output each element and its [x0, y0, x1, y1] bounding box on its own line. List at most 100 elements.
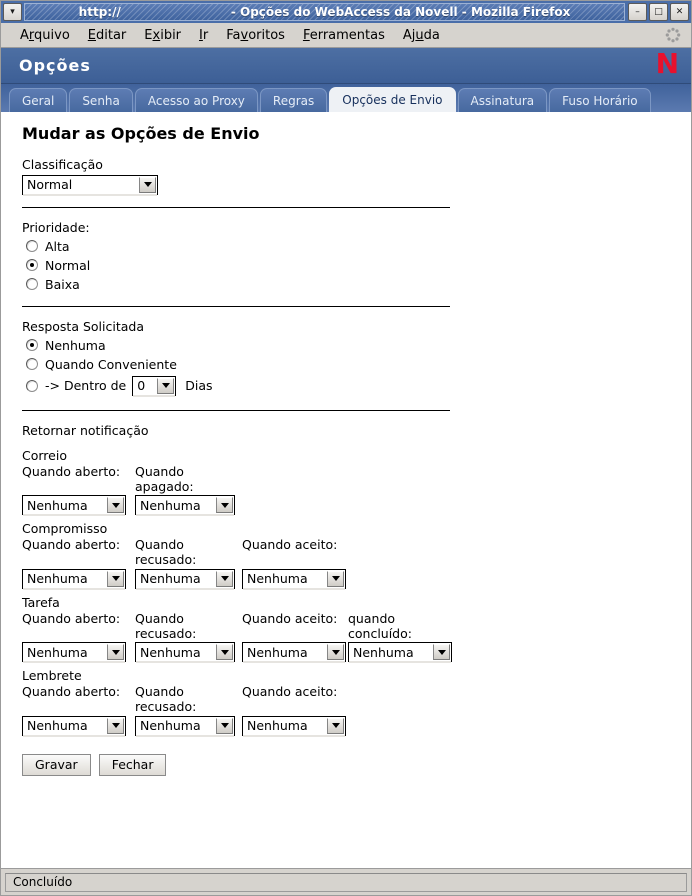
divider	[22, 409, 450, 411]
menu-item-ajuda[interactable]: Ajuda	[394, 26, 449, 45]
notify-select-compromisso-aberto[interactable]: Nenhuma	[22, 568, 126, 590]
column-header: Quando recusado:	[135, 684, 197, 714]
throbber-icon	[665, 27, 681, 43]
column-header: quando concluído:	[348, 610, 412, 641]
classification-value: Normal	[23, 175, 138, 194]
menu-item-ir[interactable]: Ir	[190, 26, 217, 45]
classification-select[interactable]: Normal	[22, 174, 158, 196]
notify-select-tarefa-recusado[interactable]: Nenhuma	[135, 642, 235, 663]
menu-item-exibir[interactable]: Exibir	[135, 26, 190, 45]
notification-block-correio: Correio Quando aberto: Quando apagado: N…	[22, 448, 691, 516]
browser-window: ▾ http:// - Opções do WebAccess da Novel…	[0, 0, 692, 896]
form-buttons: Gravar Fechar	[22, 753, 691, 776]
divider	[22, 206, 450, 208]
notification-block-tarefa: Tarefa Quando aberto: Quando recusado: Q…	[22, 595, 691, 663]
column-header: Quando aberto:	[22, 610, 121, 626]
chevron-down-icon	[107, 644, 124, 660]
priority-option-label: Alta	[45, 238, 70, 254]
notify-select-lembrete-aceito[interactable]: Nenhuma	[242, 715, 346, 737]
browser-content: Opções N Geral Senha Acesso ao Proxy Reg…	[1, 47, 691, 869]
priority-label: Prioridade:	[22, 219, 90, 235]
menu-item-favoritos[interactable]: Favoritos	[217, 26, 294, 45]
notify-select-tarefa-aberto[interactable]: Nenhuma	[22, 642, 126, 663]
chevron-down-icon	[327, 717, 344, 734]
notification-block-lembrete: Lembrete Quando aberto: Quando recusado:…	[22, 668, 691, 737]
notify-value: Nenhuma	[349, 643, 432, 661]
menu-post: r	[202, 27, 209, 43]
radio-icon	[26, 358, 38, 370]
chevron-down-icon	[327, 570, 344, 587]
chevron-down-icon	[216, 717, 233, 734]
notify-select-lembrete-aberto[interactable]: Nenhuma	[22, 715, 126, 737]
menu-post: da	[423, 27, 440, 43]
priority-option-baixa[interactable]: Baixa	[22, 275, 691, 294]
save-button[interactable]: Gravar	[22, 753, 91, 776]
notify-value: Nenhuma	[136, 643, 215, 661]
notify-value: Nenhuma	[243, 569, 326, 588]
tab-regras[interactable]: Regras	[259, 88, 328, 112]
menu-item-arquivo[interactable]: Arquivo	[11, 26, 79, 45]
notify-select-tarefa-concluido[interactable]: Nenhuma	[348, 642, 452, 663]
radio-icon	[26, 278, 38, 290]
reply-days-select[interactable]: 0	[132, 375, 177, 397]
maximize-button[interactable]: □	[649, 3, 668, 21]
column-header: Quando aberto:	[22, 463, 121, 479]
page-body: Mudar as Opções de Envio Classificação N…	[1, 112, 691, 868]
menu-post: erramentas	[309, 27, 385, 43]
notify-value: Nenhuma	[243, 716, 326, 735]
notification-selects: Nenhuma Nenhuma Nenhuma	[22, 568, 691, 590]
notification-kind-label: Lembrete	[22, 668, 82, 683]
priority-option-label: Baixa	[45, 276, 80, 292]
radio-icon	[26, 379, 38, 392]
notify-select-compromisso-recusado[interactable]: Nenhuma	[135, 568, 235, 590]
notify-value: Nenhuma	[23, 496, 106, 514]
minimize-button[interactable]: –	[628, 3, 647, 21]
classification-label: Classificação	[22, 157, 103, 172]
menu-item-editar[interactable]: Editar	[79, 26, 136, 45]
close-button[interactable]: ✕	[670, 3, 689, 21]
app-header: Opções N	[1, 48, 691, 84]
chevron-down-icon	[139, 176, 156, 193]
tab-bar: Geral Senha Acesso ao Proxy Regras Opçõe…	[1, 84, 691, 112]
status-text: Concluído	[13, 875, 73, 889]
notify-value: Nenhuma	[23, 643, 106, 661]
notify-select-correio-apagado[interactable]: Nenhuma	[135, 495, 235, 516]
menu-pre: E	[144, 27, 153, 43]
tab-assinatura[interactable]: Assinatura	[457, 88, 548, 112]
menu-pre: Fa	[226, 27, 241, 43]
notify-value: Nenhuma	[136, 716, 215, 735]
priority-option-alta[interactable]: Alta	[22, 237, 691, 256]
notify-select-lembrete-recusado[interactable]: Nenhuma	[135, 715, 235, 737]
notification-selects: Nenhuma Nenhuma Nenhuma	[22, 715, 691, 737]
column-header: Quando aceito:	[242, 537, 338, 552]
tab-senha[interactable]: Senha	[69, 88, 133, 112]
minimize-icon: –	[635, 6, 640, 17]
reply-days-suffix: Dias	[185, 378, 213, 393]
menu-post: quivo	[34, 27, 70, 43]
chevron-down-icon	[107, 570, 124, 587]
tab-geral[interactable]: Geral	[9, 88, 68, 112]
reply-option-quando-conveniente[interactable]: Quando Conveniente	[22, 355, 691, 374]
tab-label: Acesso ao Proxy	[147, 93, 245, 108]
novell-logo-icon: N	[655, 47, 679, 80]
save-button-label: Gravar	[35, 757, 78, 772]
notification-headers: Quando aberto: Quando apagado:	[22, 464, 691, 494]
window-title: - Opções do WebAccess da Novell - Mozill…	[230, 5, 571, 19]
close-form-button[interactable]: Fechar	[98, 753, 167, 776]
tab-acesso-ao-proxy[interactable]: Acesso ao Proxy	[134, 88, 258, 112]
notification-kind-label: Compromisso	[22, 521, 108, 536]
priority-option-normal[interactable]: Normal	[22, 256, 691, 275]
tab-label: Geral	[22, 93, 55, 108]
reply-option-dentro-de[interactable]: -> Dentro de 0 Dias	[22, 374, 691, 398]
menu-item-ferramentas[interactable]: Ferramentas	[294, 26, 394, 45]
notify-select-correio-aberto[interactable]: Nenhuma	[22, 495, 126, 516]
app-title: Opções	[19, 56, 91, 75]
reply-option-nenhuma[interactable]: Nenhuma	[22, 336, 691, 355]
system-menu-button[interactable]: ▾	[3, 3, 22, 21]
notify-select-compromisso-aceito[interactable]: Nenhuma	[242, 568, 346, 590]
return-notification-label: Retornar notificação	[22, 422, 149, 438]
tab-opcoes-de-envio[interactable]: Opções de Envio	[329, 87, 456, 112]
column-header: Quando recusado:	[135, 537, 197, 567]
tab-fuso-horario[interactable]: Fuso Horário	[549, 88, 651, 112]
notify-select-tarefa-aceito[interactable]: Nenhuma	[242, 642, 346, 663]
